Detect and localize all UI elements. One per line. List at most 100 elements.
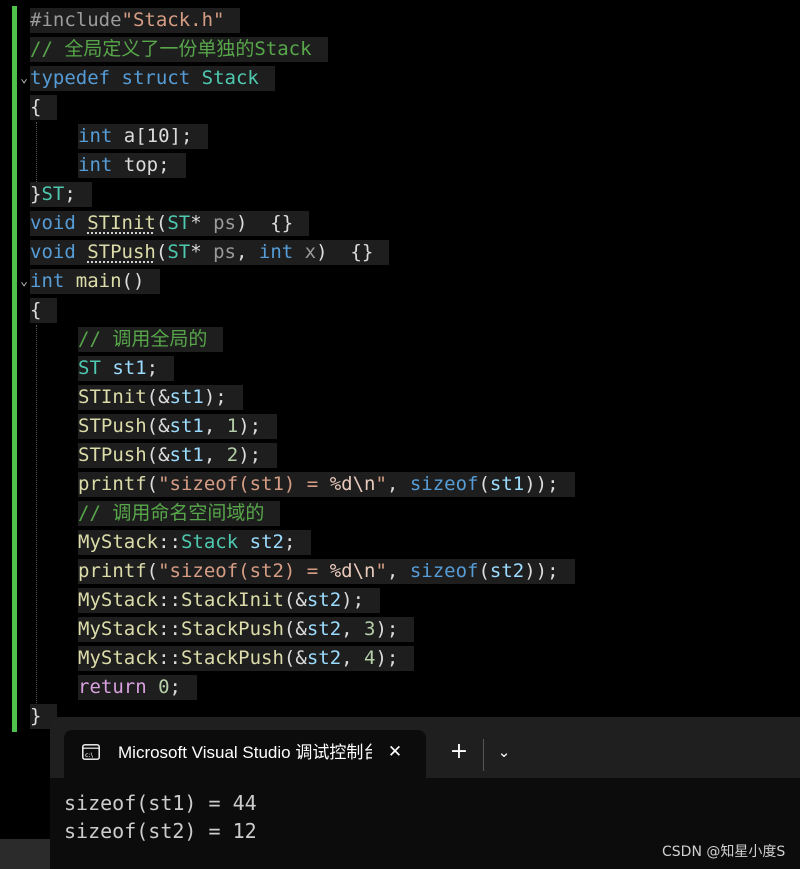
code-token: MyStack bbox=[78, 531, 159, 553]
code-line[interactable]: }ST; bbox=[30, 182, 92, 207]
code-token: ); bbox=[203, 386, 227, 408]
code-token: STInit bbox=[87, 212, 156, 234]
code-line[interactable]: // 调用全局的 bbox=[78, 327, 224, 352]
code-token: ( bbox=[146, 560, 159, 582]
code-token: * bbox=[190, 241, 214, 263]
code-line[interactable]: MyStack::StackPush(&st2, 3); bbox=[78, 617, 415, 642]
code-token: * bbox=[190, 212, 214, 234]
svg-text:c:\: c:\ bbox=[85, 751, 94, 759]
code-token: MyStack bbox=[78, 647, 159, 669]
new-tab-button[interactable]: + bbox=[446, 739, 472, 765]
code-line[interactable]: void STInit(ST* ps) {} bbox=[30, 211, 310, 236]
code-line[interactable]: MyStack::StackInit(&st2); bbox=[78, 588, 381, 613]
code-line[interactable]: return 0; bbox=[78, 675, 197, 700]
code-token: (& bbox=[146, 444, 170, 466]
code-token: sizeof bbox=[409, 473, 479, 495]
close-tab-icon[interactable]: ✕ bbox=[382, 739, 408, 765]
code-token: // 调用全局的 bbox=[78, 328, 208, 350]
code-token: Stack bbox=[180, 531, 239, 553]
code-token: STPush bbox=[87, 241, 156, 263]
code-line[interactable]: printf("sizeof(st2) = %d\n", sizeof(st2)… bbox=[78, 559, 575, 584]
code-line[interactable]: STPush(&st1, 1); bbox=[78, 414, 278, 439]
code-token: ) {} bbox=[235, 212, 294, 234]
code-token: Stack bbox=[201, 67, 259, 89]
code-token: :: bbox=[158, 618, 181, 640]
code-token: %d bbox=[329, 473, 353, 495]
code-token: STInit bbox=[78, 386, 147, 408]
fold-chevron-icon[interactable]: ⌄ bbox=[18, 64, 30, 93]
code-token: " bbox=[375, 473, 387, 495]
code-line[interactable]: int main() bbox=[30, 269, 161, 294]
code-token: void bbox=[30, 212, 76, 234]
code-token: \n bbox=[352, 560, 376, 582]
code-line[interactable]: MyStack::Stack st2; bbox=[78, 530, 312, 555]
console-output-line: sizeof(st2) = 12 bbox=[64, 819, 257, 843]
code-line[interactable]: // 调用命名空间域的 bbox=[78, 501, 281, 526]
code-line[interactable]: // 全局定义了一份单独的Stack bbox=[30, 37, 328, 62]
code-line[interactable]: STPush(&st1, 2); bbox=[78, 443, 278, 468]
code-line[interactable]: MyStack::StackPush(&st2, 4); bbox=[78, 646, 415, 671]
code-token: st2 bbox=[306, 589, 342, 611]
code-token: () bbox=[121, 270, 145, 292]
change-indicator-bar bbox=[12, 6, 17, 732]
code-token: sizeof bbox=[409, 560, 479, 582]
code-token: a[10]; bbox=[112, 125, 193, 147]
console-tab[interactable]: c:\ Microsoft Visual Studio 调试控制台 ✕ bbox=[64, 730, 426, 778]
code-line[interactable]: #include"Stack.h" bbox=[30, 8, 241, 33]
fold-chevron-icon[interactable]: ⌄ bbox=[18, 267, 30, 296]
code-token: ( bbox=[146, 473, 159, 495]
code-token: #include bbox=[30, 9, 122, 31]
code-token: { bbox=[30, 96, 42, 118]
code-token: MyStack bbox=[78, 589, 159, 611]
code-token: , bbox=[203, 415, 227, 437]
code-token: :: bbox=[158, 531, 181, 553]
code-token: ); bbox=[238, 415, 262, 437]
code-token: ST bbox=[78, 357, 101, 379]
code-token: ; bbox=[64, 183, 76, 205]
code-line[interactable]: STInit(&st1); bbox=[78, 385, 243, 410]
code-line[interactable]: ST st1; bbox=[78, 356, 175, 381]
code-token: StackPush bbox=[180, 618, 284, 640]
tab-dropdown-chevron-icon[interactable]: ⌄ bbox=[491, 739, 517, 765]
code-token: )); bbox=[524, 560, 559, 582]
code-token: ST bbox=[41, 183, 65, 205]
code-token: ps bbox=[213, 212, 236, 234]
code-line[interactable]: int a[10]; bbox=[78, 124, 209, 149]
code-token: (& bbox=[146, 415, 170, 437]
code-token: 1 bbox=[226, 415, 239, 437]
code-line[interactable]: { bbox=[30, 95, 58, 120]
code-token: , bbox=[203, 444, 227, 466]
code-token: ) {} bbox=[316, 241, 374, 263]
code-token: ( bbox=[155, 212, 168, 234]
code-line[interactable]: { bbox=[30, 298, 58, 323]
code-token: ; bbox=[169, 676, 181, 698]
code-token: ( bbox=[155, 241, 168, 263]
code-token: struct bbox=[121, 67, 191, 89]
code-token: } bbox=[30, 705, 42, 727]
code-line[interactable]: printf("sizeof(st1) = %d\n", sizeof(st1)… bbox=[78, 472, 575, 497]
code-token: return bbox=[78, 676, 147, 698]
code-token: ); bbox=[375, 647, 399, 669]
code-token: st1 bbox=[489, 473, 525, 495]
code-token: int bbox=[78, 154, 113, 176]
code-token: ); bbox=[238, 444, 262, 466]
code-token: )); bbox=[524, 473, 559, 495]
code-token: ( bbox=[478, 473, 490, 495]
code-token: main bbox=[75, 270, 122, 292]
code-token: MyStack bbox=[78, 618, 159, 640]
code-line[interactable]: typedef struct Stack bbox=[30, 66, 275, 91]
code-line[interactable]: void STPush(ST* ps, int x) {} bbox=[30, 240, 390, 265]
code-line[interactable]: int top; bbox=[78, 153, 186, 178]
code-token: 3 bbox=[364, 618, 376, 640]
code-token: // 全局定义了一份单独的Stack bbox=[30, 38, 312, 60]
terminal-tab-bar: c:\ Microsoft Visual Studio 调试控制台 ✕ + ⌄ bbox=[50, 717, 800, 778]
code-token: , bbox=[341, 647, 365, 669]
code-token: "sizeof(st1) = bbox=[158, 473, 330, 495]
code-token: st1 bbox=[169, 415, 204, 437]
code-token: st2 bbox=[306, 618, 342, 640]
